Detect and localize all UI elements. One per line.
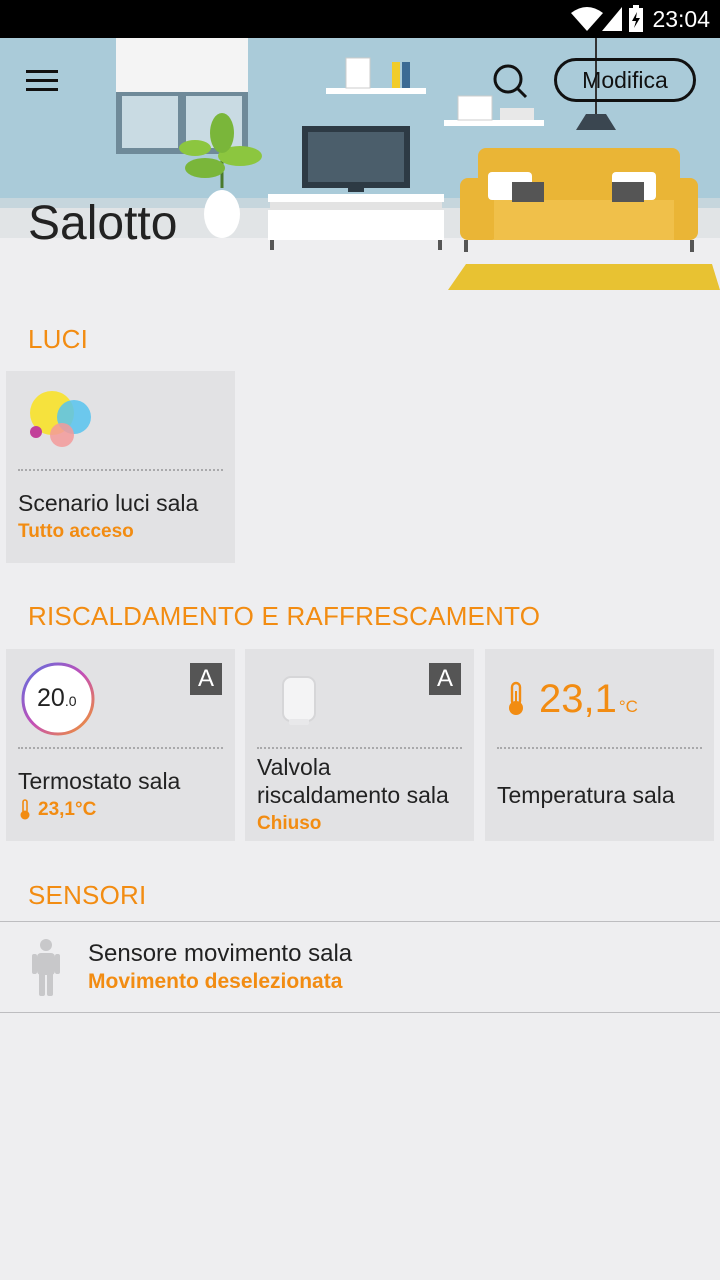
- light-scenario-icon: [30, 391, 91, 447]
- card-status: 23,1°C: [18, 799, 96, 821]
- temperature-number: 23,1: [539, 677, 617, 721]
- list-item-motion-sensor[interactable]: Sensore movimento sala Movimento deselez…: [0, 921, 720, 1013]
- card-divider: [18, 747, 223, 749]
- light-scenario-card[interactable]: Scenario luci sala Tutto acceso: [6, 371, 235, 563]
- hamburger-menu-icon: [26, 70, 58, 91]
- thermometer-icon: [509, 681, 523, 715]
- auto-mode-badge: A: [429, 663, 461, 695]
- battery-icon: [629, 5, 643, 32]
- valve-card[interactable]: A Valvola riscaldamento sala Chiuso: [245, 649, 474, 841]
- card-name: Scenario luci sala: [18, 490, 199, 516]
- signal-icon: [602, 7, 622, 31]
- current-temperature: 23,1°C: [38, 799, 97, 820]
- room-header: Modifica Salotto: [0, 38, 720, 290]
- section-title-lights: LUCI: [28, 324, 89, 354]
- card-divider: [257, 747, 462, 749]
- card-divider: [18, 469, 223, 471]
- card-name-line2: riscaldamento sala: [257, 782, 449, 808]
- thermostat-setpoint: 20.0: [37, 684, 77, 713]
- setpoint-integer: 20: [37, 684, 65, 712]
- search-button[interactable]: [488, 60, 532, 104]
- temperature-card[interactable]: 23,1 °C Temperatura sala: [485, 649, 714, 841]
- clock: 23:04: [652, 6, 710, 32]
- temperature-value: 23,1 °C: [539, 677, 638, 722]
- setpoint-decimal: .0: [64, 693, 77, 709]
- valve-icon: [282, 676, 316, 725]
- thermostat-card[interactable]: 20.0 A Termostato sala 23,1°C: [6, 649, 235, 841]
- menu-button[interactable]: [22, 66, 62, 96]
- person-icon: [32, 939, 60, 996]
- sensor-status: Movimento deselezionata: [88, 970, 343, 993]
- page-title: Salotto: [28, 197, 178, 250]
- wifi-icon: [571, 7, 603, 31]
- edit-button[interactable]: Modifica: [554, 58, 696, 102]
- section-title-sensors: SENSORI: [28, 880, 147, 910]
- card-name-line1: Valvola: [257, 754, 331, 780]
- card-status: Tutto acceso: [18, 521, 134, 542]
- search-icon: [493, 64, 528, 99]
- card-status: Chiuso: [257, 813, 322, 834]
- card-name: Termostato sala: [18, 768, 181, 794]
- sensor-name: Sensore movimento sala: [88, 940, 353, 967]
- temperature-unit: °C: [618, 697, 638, 716]
- thermometer-icon: [20, 799, 30, 820]
- section-title-climate: RISCALDAMENTO E RAFFRESCAMENTO: [28, 601, 541, 631]
- status-bar: 23:04: [0, 0, 720, 38]
- auto-mode-badge: A: [190, 663, 222, 695]
- card-divider: [497, 747, 702, 749]
- card-name: Temperatura sala: [497, 782, 675, 808]
